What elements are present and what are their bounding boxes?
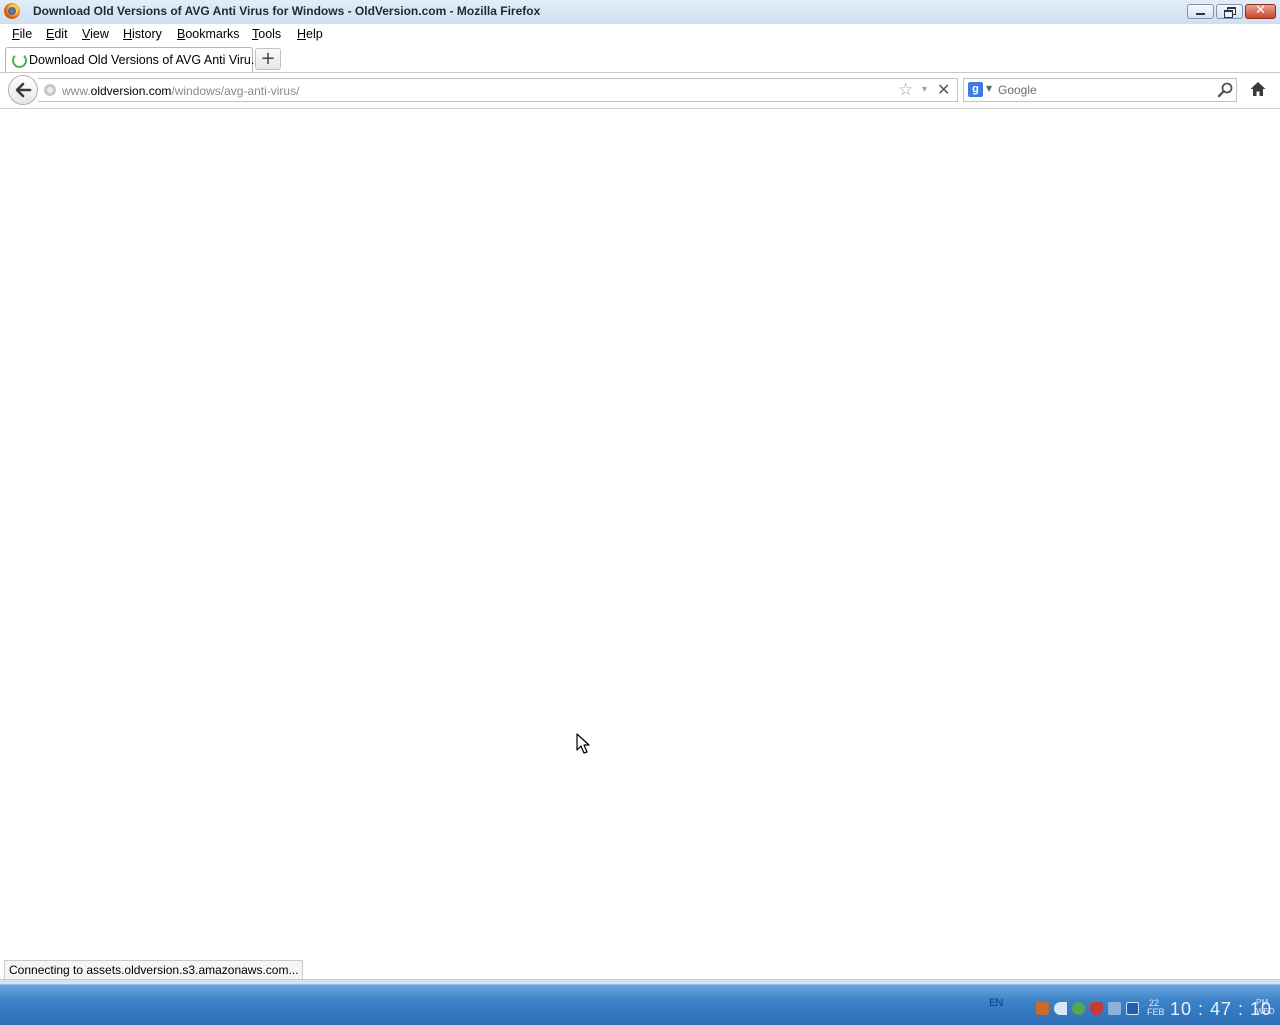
menu-edit[interactable]: Edit: [46, 27, 68, 41]
shield-icon[interactable]: [1090, 1002, 1103, 1015]
navigation-toolbar: www.oldversion.com/windows/avg-anti-viru…: [0, 73, 1280, 109]
url-prefix: www.: [62, 84, 91, 98]
loading-spinner-icon: [12, 53, 27, 68]
search-bar[interactable]: g ▼: [963, 78, 1237, 102]
search-engine-dropdown-icon[interactable]: ▼: [986, 84, 992, 93]
google-search-engine-icon[interactable]: g: [968, 82, 983, 97]
url-path: /windows/avg-anti-virus/: [171, 84, 300, 98]
tab-bar: Download Old Versions of AVG Anti Viru..…: [0, 46, 1280, 73]
taskbar: EN 22 FEB 10 : 47 : 10 PM WED: [0, 984, 1280, 1025]
minimize-button[interactable]: [1187, 4, 1214, 19]
menu-tools[interactable]: Tools: [252, 27, 281, 41]
menu-file[interactable]: File: [12, 27, 32, 41]
menu-bookmarks[interactable]: Bookmarks: [177, 27, 240, 41]
page-content-area[interactable]: [4, 109, 1276, 979]
back-arrow-icon: [15, 82, 32, 98]
mouse-cursor-icon: [576, 733, 590, 754]
security-check-icon[interactable]: [1072, 1002, 1085, 1015]
home-icon[interactable]: [1249, 80, 1267, 98]
volume-icon[interactable]: [1054, 1002, 1067, 1015]
url-text[interactable]: www.oldversion.com/windows/avg-anti-viru…: [62, 84, 299, 98]
stop-loading-icon[interactable]: ✕: [937, 80, 950, 100]
url-bar[interactable]: www.oldversion.com/windows/avg-anti-viru…: [38, 78, 958, 102]
back-button[interactable]: [8, 75, 38, 105]
window-title-bar[interactable]: Download Old Versions of AVG Anti Virus …: [0, 0, 1280, 25]
tab-active[interactable]: Download Old Versions of AVG Anti Viru..…: [5, 47, 261, 72]
clock-weekday: WED: [1256, 1007, 1275, 1016]
window-title: Download Old Versions of AVG Anti Virus …: [33, 4, 541, 18]
close-icon: ✕: [1255, 3, 1266, 18]
status-bar: Connecting to assets.oldversion.s3.amazo…: [4, 960, 304, 981]
network-icon[interactable]: [1108, 1002, 1121, 1015]
menu-bar: File Edit View History Bookmarks Tools H…: [0, 24, 1280, 46]
firefox-logo-icon[interactable]: [4, 3, 20, 19]
search-input[interactable]: [998, 82, 1198, 98]
site-identity-icon[interactable]: [44, 84, 56, 96]
restore-button[interactable]: [1216, 4, 1243, 19]
tab-title: Download Old Versions of AVG Anti Viru..…: [29, 53, 262, 67]
search-magnifier-icon[interactable]: [1216, 81, 1234, 99]
date-month: FEB: [1147, 1007, 1165, 1017]
menu-history[interactable]: History: [123, 27, 162, 41]
menu-help[interactable]: Help: [297, 27, 323, 41]
clock-ampm: PM: [1256, 998, 1268, 1007]
bookmark-star-icon[interactable]: ☆: [898, 80, 913, 100]
menu-view[interactable]: View: [82, 27, 109, 41]
url-domain: oldversion.com: [90, 84, 172, 98]
language-indicator[interactable]: EN: [989, 997, 1003, 1009]
history-dropdown-icon[interactable]: ▾: [922, 82, 927, 98]
new-tab-button[interactable]: +: [255, 48, 281, 70]
show-desktop-icon[interactable]: [1126, 1002, 1139, 1015]
close-button[interactable]: ✕: [1245, 3, 1276, 19]
tray-app-icon[interactable]: [1036, 1002, 1049, 1015]
